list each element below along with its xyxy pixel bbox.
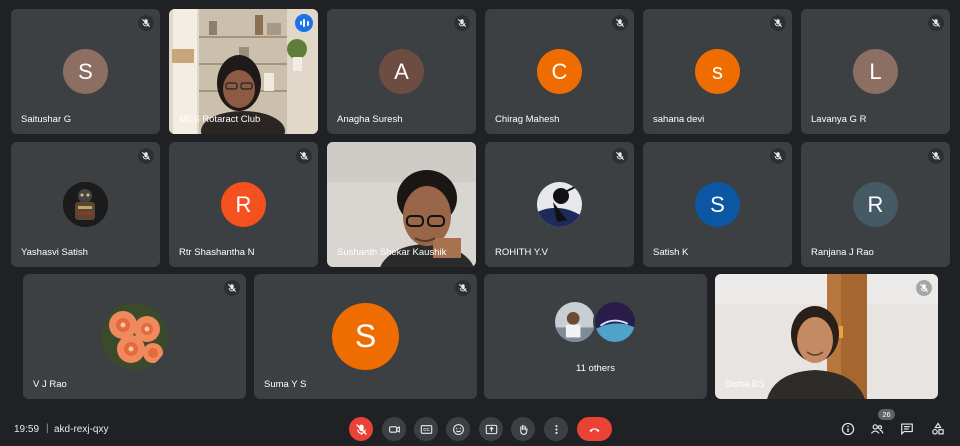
avatar: s bbox=[695, 49, 740, 94]
avatar: R bbox=[853, 182, 898, 227]
participant-tile[interactable]: A Anagha Suresh bbox=[327, 9, 476, 134]
participant-tile[interactable]: Yashasvi Satish bbox=[11, 142, 160, 267]
divider: | bbox=[46, 423, 49, 434]
others-tile[interactable]: 11 others bbox=[484, 274, 707, 399]
leave-call-button[interactable] bbox=[577, 417, 612, 441]
emoji-reaction-button[interactable] bbox=[446, 417, 470, 441]
svg-text:CC: CC bbox=[423, 427, 430, 432]
avatar bbox=[101, 303, 168, 370]
more-vert-icon bbox=[554, 424, 558, 434]
camera-toggle-button[interactable] bbox=[382, 417, 406, 441]
participant-tile[interactable]: C Chirag Mahesh bbox=[485, 9, 634, 134]
present-icon bbox=[485, 424, 497, 434]
mic-off-icon bbox=[770, 15, 786, 31]
mic-off-icon bbox=[612, 148, 628, 164]
people-button[interactable] bbox=[869, 421, 885, 437]
avatar: C bbox=[537, 49, 582, 94]
chat-button[interactable] bbox=[899, 421, 915, 437]
speaking-indicator-icon bbox=[295, 14, 313, 32]
more-options-button[interactable] bbox=[544, 417, 568, 441]
avatar bbox=[593, 300, 637, 344]
participant-tile[interactable]: S Suma Y S bbox=[254, 274, 477, 399]
activities-button[interactable] bbox=[930, 421, 946, 437]
participant-name: Yashasvi Satish bbox=[21, 247, 88, 258]
mic-off-icon bbox=[224, 280, 240, 296]
hand-icon bbox=[519, 424, 528, 435]
avatar bbox=[63, 182, 108, 227]
participant-name: MES Rotaract Club bbox=[179, 114, 261, 125]
participant-name: Saitushar G bbox=[21, 114, 72, 125]
mic-off-icon bbox=[138, 15, 154, 31]
participant-tile[interactable]: Sushanth Shekar Kaushik bbox=[327, 142, 476, 267]
captions-icon: CC bbox=[420, 424, 432, 434]
participant-tile[interactable]: R Ranjana J Rao bbox=[801, 142, 950, 267]
people-icon bbox=[870, 424, 884, 434]
meeting-code: akd-rexj-qxy bbox=[54, 424, 109, 435]
phone-hangup-icon bbox=[589, 427, 600, 432]
raise-hand-button[interactable] bbox=[511, 417, 535, 441]
participant-count-badge: 26 bbox=[878, 409, 895, 420]
bottom-toolbar: 19:59 | akd-rexj-qxy CC 26 bbox=[0, 409, 960, 446]
avatar: R bbox=[221, 182, 266, 227]
participant-tile[interactable]: Disha BS bbox=[715, 274, 938, 399]
present-screen-button[interactable] bbox=[479, 417, 503, 441]
participant-name: Chirag Mahesh bbox=[495, 114, 560, 125]
chat-icon bbox=[901, 423, 913, 436]
camera-icon bbox=[388, 425, 400, 433]
avatar: S bbox=[63, 49, 108, 94]
emoji-icon bbox=[452, 423, 464, 435]
participant-name: Ranjana J Rao bbox=[811, 247, 874, 258]
mic-off-icon bbox=[928, 15, 944, 31]
participant-tile[interactable]: ROHITH Y.V bbox=[485, 142, 634, 267]
avatar: L bbox=[853, 49, 898, 94]
mic-off-icon bbox=[928, 148, 944, 164]
participant-tile[interactable]: L Lavanya G R bbox=[801, 9, 950, 134]
participant-tile[interactable]: R Rtr Shashantha N bbox=[169, 142, 318, 267]
mic-off-icon bbox=[455, 280, 471, 296]
participant-name: Disha BS bbox=[725, 379, 765, 390]
participant-name: sahana devi bbox=[653, 114, 705, 125]
avatar: S bbox=[695, 182, 740, 227]
mic-off-icon bbox=[770, 148, 786, 164]
mic-off-icon bbox=[296, 148, 312, 164]
participant-name: Sushanth Shekar Kaushik bbox=[337, 247, 447, 258]
participant-tile-active[interactable]: MES Rotaract Club bbox=[169, 9, 318, 134]
mic-off-icon bbox=[612, 15, 628, 31]
participant-name: Satish K bbox=[653, 247, 689, 258]
avatar bbox=[553, 300, 597, 344]
mic-off-icon bbox=[454, 15, 470, 31]
avatar bbox=[537, 182, 582, 227]
participant-tile[interactable]: V J Rao bbox=[23, 274, 246, 399]
activities-icon bbox=[932, 422, 944, 435]
participant-name: ROHITH Y.V bbox=[495, 247, 548, 258]
participant-name: Suma Y S bbox=[264, 379, 307, 390]
avatar: S bbox=[332, 303, 399, 370]
participant-name: V J Rao bbox=[33, 379, 67, 390]
captions-button[interactable]: CC bbox=[414, 417, 438, 441]
avatar: A bbox=[379, 49, 424, 94]
participant-name: Anagha Suresh bbox=[337, 114, 403, 125]
participant-name: Rtr Shashantha N bbox=[179, 247, 255, 258]
participant-tile[interactable]: S Saitushar G bbox=[11, 9, 160, 134]
participant-tile[interactable]: s sahana devi bbox=[643, 9, 792, 134]
others-count-label: 11 others bbox=[576, 363, 615, 374]
mic-off-icon bbox=[355, 423, 367, 435]
participant-name: Lavanya G R bbox=[811, 114, 867, 125]
mic-off-icon bbox=[916, 280, 932, 296]
meeting-details-button[interactable] bbox=[840, 421, 856, 437]
meeting-time: 19:59 bbox=[14, 424, 40, 435]
info-icon bbox=[841, 422, 855, 436]
mic-toggle-button[interactable] bbox=[349, 417, 373, 441]
mic-off-icon bbox=[138, 148, 154, 164]
participant-tile[interactable]: S Satish K bbox=[643, 142, 792, 267]
